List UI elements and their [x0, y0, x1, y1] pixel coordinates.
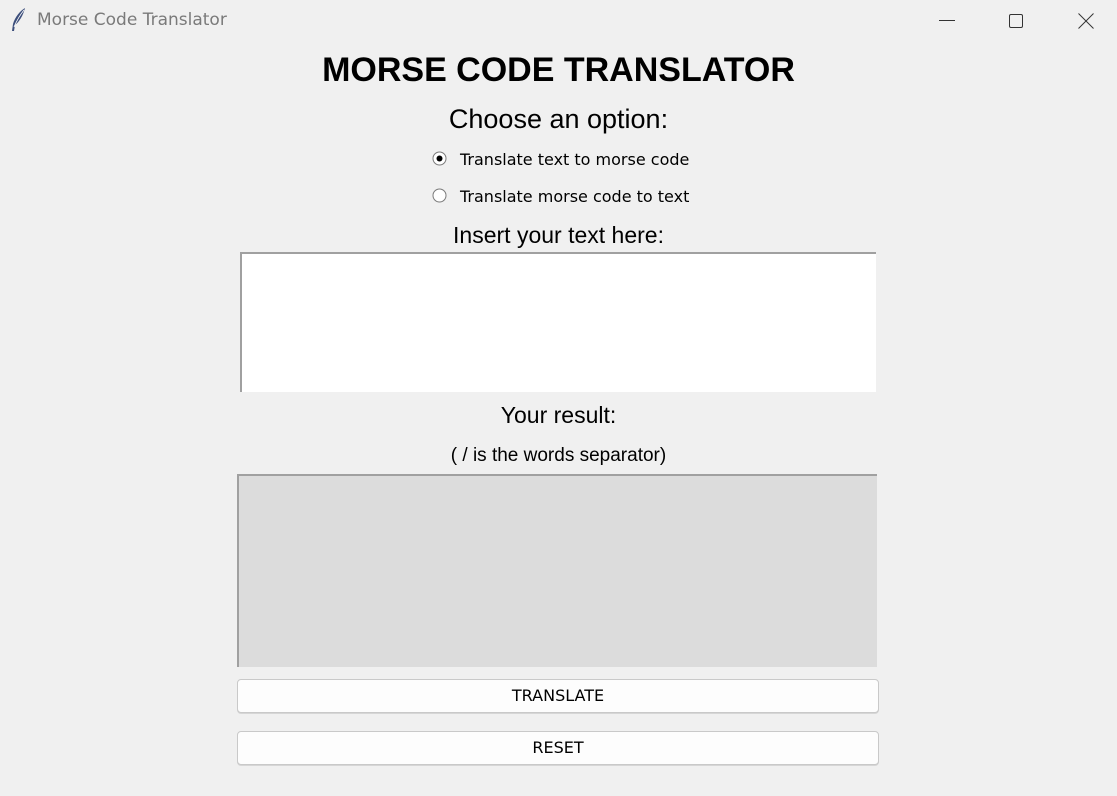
- close-icon: [1078, 13, 1094, 29]
- feather-icon: [10, 7, 28, 33]
- minimize-button[interactable]: [912, 0, 982, 42]
- radio-selected-icon[interactable]: [432, 151, 447, 166]
- radio-label: Translate text to morse code: [460, 150, 690, 169]
- window-title: Morse Code Translator: [37, 10, 227, 30]
- option-prompt: Choose an option:: [448, 104, 669, 134]
- result-label: Your result:: [500, 402, 617, 428]
- reset-button[interactable]: RESET: [237, 731, 879, 765]
- app-window: Morse Code Translator MORSE CODE TRANSLA…: [0, 0, 1117, 796]
- minimize-icon: [939, 20, 955, 21]
- title-bar: Morse Code Translator: [0, 0, 1117, 42]
- text-input[interactable]: [240, 252, 876, 392]
- page-title: MORSE CODE TRANSLATOR: [322, 51, 795, 89]
- maximize-button[interactable]: [981, 0, 1051, 42]
- maximize-icon: [1009, 14, 1023, 28]
- radio-label: Translate morse code to text: [460, 187, 690, 206]
- close-button[interactable]: [1051, 0, 1117, 42]
- translate-button[interactable]: TRANSLATE: [237, 679, 879, 713]
- input-label: Insert your text here:: [453, 222, 664, 248]
- result-output: [237, 474, 877, 667]
- radio-unselected-icon[interactable]: [432, 188, 447, 203]
- separator-note: ( / is the words separator): [450, 445, 667, 466]
